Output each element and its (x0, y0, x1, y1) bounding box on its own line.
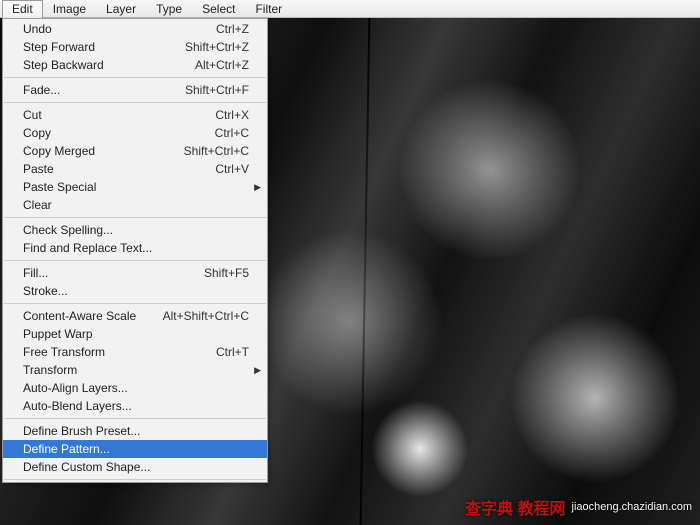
menu-label: Define Brush Preset... (23, 424, 140, 438)
menu-item-content-aware-scale[interactable]: Content-Aware Scale Alt+Shift+Ctrl+C (3, 307, 267, 325)
menu-label: Copy Merged (23, 144, 95, 158)
menu-separator (4, 77, 266, 78)
menu-shortcut: Shift+F5 (204, 266, 249, 280)
menu-item-find-replace[interactable]: Find and Replace Text... (3, 239, 267, 257)
menu-label: Copy (23, 126, 51, 140)
menu-item-fade[interactable]: Fade... Shift+Ctrl+F (3, 81, 267, 99)
menu-item-undo[interactable]: Undo Ctrl+Z (3, 20, 267, 38)
menu-separator (4, 479, 266, 480)
menu-item-paste[interactable]: Paste Ctrl+V (3, 160, 267, 178)
watermark: 查字典 教程网 jiaocheng.chazidian.com (465, 495, 692, 519)
menu-label: Clear (23, 198, 52, 212)
menu-label: Paste (23, 162, 54, 176)
menu-label: Step Backward (23, 58, 104, 72)
menu-label: Stroke... (23, 284, 68, 298)
menu-shortcut: Alt+Ctrl+Z (195, 58, 249, 72)
menu-item-step-backward[interactable]: Step Backward Alt+Ctrl+Z (3, 56, 267, 74)
menubar-item-image[interactable]: Image (43, 0, 96, 18)
menu-item-cut[interactable]: Cut Ctrl+X (3, 106, 267, 124)
menu-item-clear[interactable]: Clear (3, 196, 267, 214)
submenu-arrow-icon: ▶ (254, 365, 261, 376)
menu-shortcut: Ctrl+C (215, 126, 249, 140)
menu-label: Paste Special (23, 180, 96, 194)
menu-item-stroke[interactable]: Stroke... (3, 282, 267, 300)
watermark-text-url: jiaocheng.chazidian.com (572, 501, 692, 513)
menu-shortcut: Alt+Shift+Ctrl+C (163, 309, 249, 323)
menubar-item-filter[interactable]: Filter (245, 0, 292, 18)
menu-label: Content-Aware Scale (23, 309, 136, 323)
menu-label: Cut (23, 108, 42, 122)
menu-label: Auto-Blend Layers... (23, 399, 132, 413)
menu-item-auto-blend-layers[interactable]: Auto-Blend Layers... (3, 397, 267, 415)
menu-item-free-transform[interactable]: Free Transform Ctrl+T (3, 343, 267, 361)
menu-separator (4, 217, 266, 218)
menu-separator (4, 102, 266, 103)
menu-item-define-pattern[interactable]: Define Pattern... (3, 440, 267, 458)
menu-shortcut: Ctrl+V (215, 162, 249, 176)
menu-shortcut: Shift+Ctrl+F (185, 83, 249, 97)
menu-label: Check Spelling... (23, 223, 113, 237)
menu-shortcut: Ctrl+T (216, 345, 249, 359)
menu-label: Transform (23, 363, 77, 377)
menu-label: Fade... (23, 83, 60, 97)
menu-label: Auto-Align Layers... (23, 381, 128, 395)
menu-label: Define Custom Shape... (23, 460, 150, 474)
menu-item-copy[interactable]: Copy Ctrl+C (3, 124, 267, 142)
menubar-item-layer[interactable]: Layer (96, 0, 146, 18)
menu-item-define-brush-preset[interactable]: Define Brush Preset... (3, 422, 267, 440)
menu-label: Fill... (23, 266, 48, 280)
menu-item-auto-align-layers[interactable]: Auto-Align Layers... (3, 379, 267, 397)
edit-dropdown-menu: Undo Ctrl+Z Step Forward Shift+Ctrl+Z St… (2, 18, 268, 483)
watermark-text-cn: 查字典 教程网 (465, 495, 565, 519)
menu-label: Define Pattern... (23, 442, 110, 456)
menu-separator (4, 260, 266, 261)
menu-item-step-forward[interactable]: Step Forward Shift+Ctrl+Z (3, 38, 267, 56)
menu-item-copy-merged[interactable]: Copy Merged Shift+Ctrl+C (3, 142, 267, 160)
menubar-item-select[interactable]: Select (192, 0, 245, 18)
menu-item-check-spelling[interactable]: Check Spelling... (3, 221, 267, 239)
texture-crack (360, 18, 371, 525)
menu-label: Free Transform (23, 345, 105, 359)
menu-item-puppet-warp[interactable]: Puppet Warp (3, 325, 267, 343)
menu-item-fill[interactable]: Fill... Shift+F5 (3, 264, 267, 282)
menu-item-paste-special[interactable]: Paste Special ▶ (3, 178, 267, 196)
menubar-item-type[interactable]: Type (146, 0, 192, 18)
menu-item-transform[interactable]: Transform ▶ (3, 361, 267, 379)
menu-separator (4, 303, 266, 304)
menubar-item-edit[interactable]: Edit (2, 0, 43, 18)
menu-shortcut: Shift+Ctrl+C (184, 144, 249, 158)
menu-label: Find and Replace Text... (23, 241, 152, 255)
menu-label: Step Forward (23, 40, 95, 54)
menu-label: Undo (23, 22, 52, 36)
menu-shortcut: Ctrl+Z (216, 22, 249, 36)
menu-shortcut: Shift+Ctrl+Z (185, 40, 249, 54)
menu-label: Puppet Warp (23, 327, 93, 341)
menu-item-define-custom-shape[interactable]: Define Custom Shape... (3, 458, 267, 476)
submenu-arrow-icon: ▶ (254, 182, 261, 193)
menubar: Edit Image Layer Type Select Filter (0, 0, 700, 18)
menu-separator (4, 418, 266, 419)
menu-shortcut: Ctrl+X (215, 108, 249, 122)
